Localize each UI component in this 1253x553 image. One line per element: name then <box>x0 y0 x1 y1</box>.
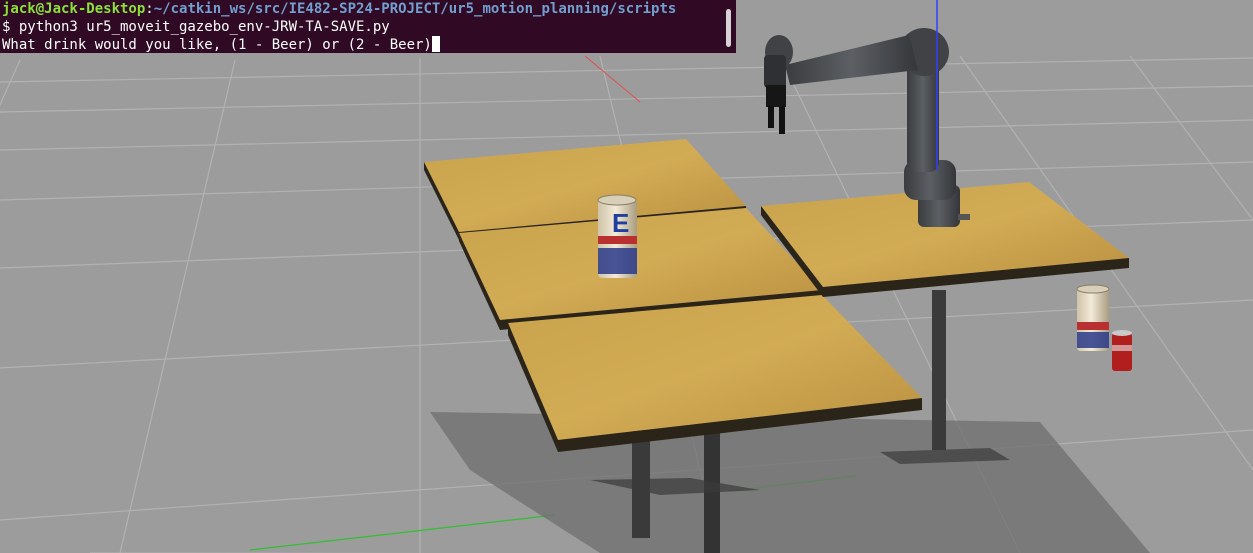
terminal-cursor <box>431 36 440 52</box>
beer-can-floor <box>1076 284 1110 351</box>
terminal-command-line: $ python3 ur5_moveit_gazebo_env-JRW-TA-S… <box>2 19 390 35</box>
prompt-path: ~/catkin_ws/src/IE482-SP24-PROJECT/ur5_m… <box>153 1 677 17</box>
simulation-scene[interactable]: E <box>0 0 1253 553</box>
terminal-prompt-line: jack@Jack-Desktop:~/catkin_ws/src/IE482-… <box>2 0 736 18</box>
can-letter: E <box>612 208 629 238</box>
gazebo-viewport[interactable]: E jack@Jack-Desktop:~/catkin_ws/src/IE48… <box>0 0 1253 553</box>
soda-can-floor <box>1112 330 1132 371</box>
terminal-scrollbar[interactable] <box>726 9 731 47</box>
prompt-user-host: jack@Jack-Desktop <box>2 1 146 17</box>
terminal-output-line[interactable]: What drink would you like, (1 - Beer) or… <box>2 36 736 53</box>
terminal-window[interactable]: jack@Jack-Desktop:~/catkin_ws/src/IE482-… <box>0 0 736 53</box>
prompt-separator: : <box>145 1 154 17</box>
terminal-output-text: What drink would you like, (1 - Beer) or… <box>2 37 432 53</box>
beer-can-on-table: E <box>597 194 637 278</box>
